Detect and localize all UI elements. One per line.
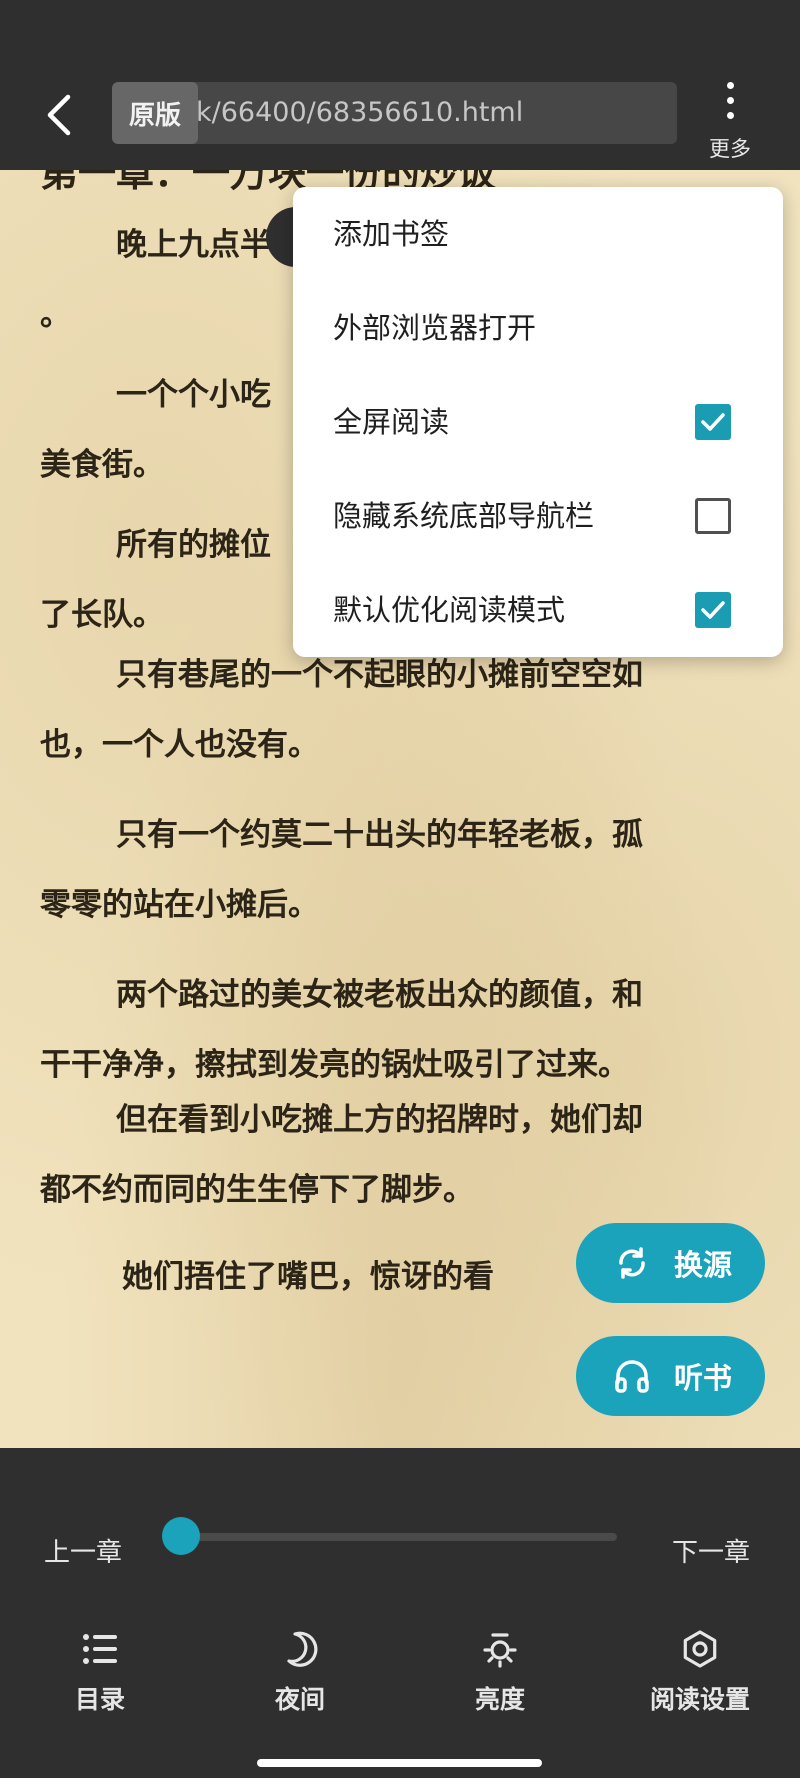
tab-label: 亮度 [474,1685,525,1714]
refresh-icon [619,1247,645,1279]
tab-brightness[interactable]: 亮度 [430,1628,570,1723]
change-source-label: 换源 [674,1248,733,1282]
menu-item-label: 添加书签 [333,217,450,251]
chapter-progress-slider[interactable] [180,1533,617,1541]
top-bar: k/66400/68356610.html 原版 更多 [0,0,800,170]
home-indicator[interactable] [257,1759,542,1767]
menu-item-label: 外部浏览器打开 [333,311,537,345]
check-icon [701,601,725,619]
paragraph: 两个路过的美女被老板出众的颜值，和 干干净净，擦拭到发亮的锅灶吸引了过来。 [40,977,643,1083]
headphones-icon [615,1360,649,1393]
menu-item-label: 全屏阅读 [333,405,450,439]
more-menu: 添加书签 外部浏览器打开 全屏阅读 隐藏系统底部导航栏 默认优化阅读模式 [293,187,783,657]
url-text: k/66400/68356610.html [196,97,524,128]
back-button[interactable] [34,84,84,146]
tab-label: 目录 [74,1685,125,1714]
more-vert-icon [726,82,734,119]
original-mode-badge[interactable]: 原版 [112,82,198,144]
paragraph: 只有一个约莫二十出头的年轻老板，孤 零零的站在小摊后。 [40,817,643,923]
fullscreen-checkbox[interactable] [695,404,731,440]
menu-item-hide-nav-bar[interactable]: 隐藏系统底部导航栏 [293,469,783,563]
listen-book-label: 听书 [674,1361,733,1395]
gear-icon [683,1630,717,1668]
back-arrow-icon [47,94,71,136]
menu-item-fullscreen-reading[interactable]: 全屏阅读 [293,375,783,469]
slider-thumb[interactable] [162,1517,200,1555]
more-label: 更多 [709,137,751,161]
tab-toc[interactable]: 目录 [30,1628,170,1723]
menu-item-add-bookmark[interactable]: 添加书签 [293,187,783,281]
check-icon [701,413,725,431]
bottom-panel: 上一章 下一章 [0,1448,800,1778]
tab-label: 夜间 [274,1685,325,1714]
more-button[interactable]: 更多 [690,80,770,161]
menu-item-label: 默认优化阅读模式 [333,593,566,627]
optimized-reading-checkbox[interactable] [695,592,731,628]
menu-item-open-external-browser[interactable]: 外部浏览器打开 [293,281,783,375]
menu-item-label: 隐藏系统底部导航栏 [333,499,595,533]
next-chapter-button[interactable]: 下一章 [672,1532,750,1569]
change-source-button[interactable]: 换源 [576,1223,765,1303]
reader-screen: 第一章：一万块一份的炒饭 晚上九点半。 一个个小吃 美食街。 所有的摊位 了长队。 … [0,0,800,1778]
url-field[interactable]: k/66400/68356610.html 原版 [112,82,677,144]
prev-chapter-button[interactable]: 上一章 [44,1532,122,1569]
tab-label: 阅读设置 [649,1685,750,1714]
hide-nav-bar-checkbox[interactable] [695,498,731,534]
list-icon [83,1634,117,1664]
tab-night-mode[interactable]: 夜间 [230,1628,370,1723]
tab-reading-settings[interactable]: 阅读设置 [630,1628,770,1723]
brightness-icon [483,1633,517,1668]
menu-item-optimized-reading[interactable]: 默认优化阅读模式 [293,563,783,657]
moon-icon [287,1631,318,1667]
paragraph: 只有巷尾的一个不起眼的小摊前空空如 也，一个人也没有。 [40,657,643,763]
paragraph: 但在看到小吃摊上方的招牌时，她们却 都不约而同的生生停下了脚步。 [40,1102,643,1208]
listen-book-button[interactable]: 听书 [576,1336,765,1416]
